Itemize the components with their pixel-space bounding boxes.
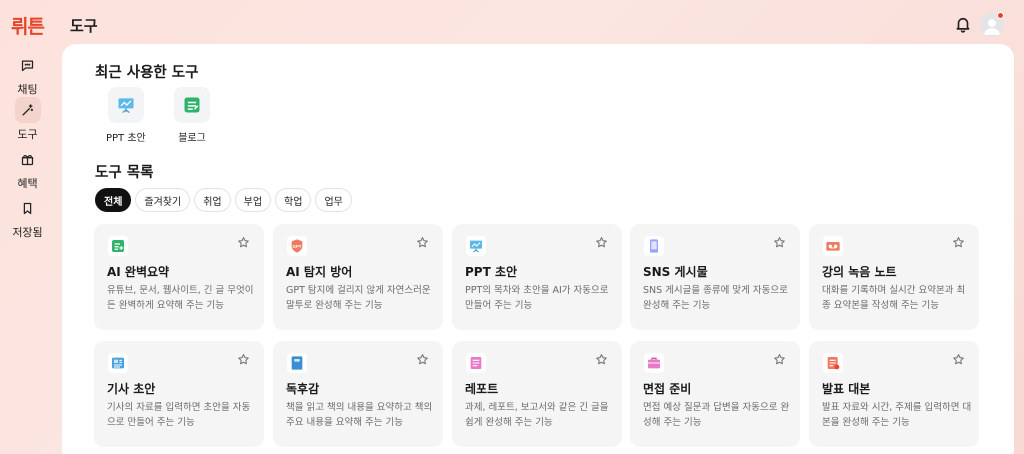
tool-card-description: 발표 자료와 시간, 주제를 입력하면 대본을 완성해 주는 기능 <box>822 402 972 428</box>
bookmark-icon <box>15 195 41 221</box>
tool-card-description: SNS 게시글을 종류에 맞게 자동으로 완성해 주는 기능 <box>643 285 788 311</box>
star-icon[interactable] <box>952 236 965 249</box>
tool-card-ppt-draft[interactable]: PPT 초안 PPT의 목차와 초안을 AI가 자동으로 만들어 주는 기능 <box>452 224 622 330</box>
sidebar-item-chat[interactable]: 채팅 <box>15 52 41 97</box>
bell-icon[interactable] <box>954 15 972 33</box>
star-icon[interactable] <box>237 353 250 366</box>
sidebar-item-label: 채팅 <box>17 83 38 96</box>
sidebar-item-label: 도구 <box>17 128 38 141</box>
star-icon[interactable] <box>416 353 429 366</box>
tool-card-title: 강의 녹음 노트 <box>822 265 897 279</box>
presentation-icon <box>466 236 486 256</box>
tool-card-title: 기사 초안 <box>107 382 156 396</box>
chat-icon <box>15 52 41 78</box>
tool-list-title: 도구 목록 <box>95 165 154 181</box>
tool-card-title: 면접 준비 <box>643 382 692 396</box>
page-title: 도구 <box>70 17 98 35</box>
tool-card-description: 기사의 자료를 입력하면 초안을 자동으로 만들어 주는 기능 <box>107 402 251 428</box>
filter-chip-favorites[interactable]: 즐겨찾기 <box>135 188 191 212</box>
tool-card-article-draft[interactable]: 기사 초안 기사의 자료를 입력하면 초안을 자동으로 만들어 주는 기능 <box>94 341 264 447</box>
tool-card-title: AI 탐지 방어 <box>286 265 353 279</box>
tool-card-title: 레포트 <box>465 382 499 396</box>
presentation-icon <box>107 87 144 123</box>
tool-card-description: GPT 탐지에 걸리지 않게 자연스러운 말투로 완성해 주는 기능 <box>286 285 431 311</box>
filter-chip-all[interactable]: 전체 <box>95 188 132 212</box>
tools-panel: 최근 사용한 도구 PPT 초안 블로그 도구 목록 전체 즐겨찾기 취업 부업… <box>62 44 1014 454</box>
sidebar-item-label: 혜택 <box>17 177 38 190</box>
summary-icon <box>108 236 128 256</box>
svg-text:GPT: GPT <box>293 244 302 249</box>
tool-card-presentation-script[interactable]: 발표 대본 발표 자료와 시간, 주제를 입력하면 대본을 완성해 주는 기능 <box>809 341 979 447</box>
tool-card-description: 과제, 레포트, 보고서와 같은 긴 글을 쉽게 완성해 주는 기능 <box>465 402 609 428</box>
filter-chip-work[interactable]: 업무 <box>315 188 352 212</box>
briefcase-icon <box>644 353 664 373</box>
star-icon[interactable] <box>773 236 786 249</box>
top-header: 도구 <box>55 0 1024 48</box>
star-icon[interactable] <box>595 236 608 249</box>
tool-card-description: 면접 예상 질문과 답변을 자동으로 완성해 주는 기능 <box>643 402 790 428</box>
tool-card-title: 발표 대본 <box>822 382 871 396</box>
recent-tool-ppt[interactable]: PPT 초안 <box>106 87 146 144</box>
tool-card-lecture-notes[interactable]: 강의 녹음 노트 대화를 기록하며 실시간 요약본과 최종 요약본을 작성해 주… <box>809 224 979 330</box>
star-icon[interactable] <box>773 353 786 366</box>
script-icon <box>823 353 843 373</box>
sidebar-item-saved[interactable]: 저장됨 <box>12 195 43 240</box>
tool-card-title: SNS 게시물 <box>643 265 708 279</box>
tool-card-ai-summary[interactable]: AI 완벽요약 유튜브, 문서, 웹사이트, 긴 글 무엇이든 완벽하게 요약해… <box>94 224 264 330</box>
tool-card-description: 책을 읽고 책의 내용을 요약하고 책의 주요 내용을 요약해 주는 기능 <box>286 402 433 428</box>
app-logo[interactable]: 뤼튼 <box>11 12 45 39</box>
report-icon <box>466 353 486 373</box>
star-icon[interactable] <box>595 353 608 366</box>
recent-tool-label: 블로그 <box>178 133 206 144</box>
blog-icon <box>174 87 210 123</box>
recent-tools-title: 최근 사용한 도구 <box>95 65 199 81</box>
phone-icon <box>644 236 664 256</box>
gift-icon <box>15 146 41 172</box>
book-icon <box>287 353 307 373</box>
star-icon[interactable] <box>237 236 250 249</box>
star-icon[interactable] <box>416 236 429 249</box>
recent-tool-blog[interactable]: 블로그 <box>174 87 210 144</box>
tool-card-sns-post[interactable]: SNS 게시물 SNS 게시글을 종류에 맞게 자동으로 완성해 주는 기능 <box>630 224 800 330</box>
tool-card-book-report[interactable]: 독후감 책을 읽고 책의 내용을 요약하고 책의 주요 내용을 요약해 주는 기… <box>273 341 443 447</box>
tool-card-interview-prep[interactable]: 면접 준비 면접 예상 질문과 답변을 자동으로 완성해 주는 기능 <box>630 341 800 447</box>
filter-chip-study[interactable]: 학업 <box>275 188 312 212</box>
tool-card-title: PPT 초안 <box>465 265 518 279</box>
gpt-shield-icon: GPT <box>287 236 307 256</box>
sidebar-item-label: 저장됨 <box>12 226 43 239</box>
star-icon[interactable] <box>952 353 965 366</box>
recorder-icon <box>823 236 843 256</box>
tool-card-report[interactable]: 레포트 과제, 레포트, 보고서와 같은 긴 글을 쉽게 완성해 주는 기능 <box>452 341 622 447</box>
tool-card-description: PPT의 목차와 초안을 AI가 자동으로 만들어 주는 기능 <box>465 285 609 311</box>
filter-chip-side-job[interactable]: 부업 <box>234 188 272 212</box>
tool-card-title: AI 완벽요약 <box>107 265 170 279</box>
sidebar-item-tools[interactable]: 도구 <box>14 97 41 142</box>
sidebar-item-benefits[interactable]: 혜택 <box>15 146 41 191</box>
filter-chips: 전체 즐겨찾기 취업 부업 학업 업무 <box>95 188 352 212</box>
magic-wand-icon <box>14 97 41 123</box>
tool-card-ai-detect-defense[interactable]: GPT AI 탐지 방어 GPT 탐지에 걸리지 않게 자연스러운 말투로 완성… <box>273 224 443 330</box>
tool-card-description: 유튜브, 문서, 웹사이트, 긴 글 무엇이든 완벽하게 요약해 주는 기능 <box>107 285 254 311</box>
recent-tool-label: PPT 초안 <box>106 133 146 144</box>
notification-badge <box>997 12 1004 19</box>
filter-chip-jobs[interactable]: 취업 <box>194 188 231 212</box>
tool-card-description: 대화를 기록하며 실시간 요약본과 최종 요약본을 작성해 주는 기능 <box>822 285 966 311</box>
tool-card-title: 독후감 <box>286 382 320 396</box>
sidebar: 뤼튼 채팅 도구 혜택 저장됨 <box>0 0 55 454</box>
newspaper-icon <box>108 353 128 373</box>
